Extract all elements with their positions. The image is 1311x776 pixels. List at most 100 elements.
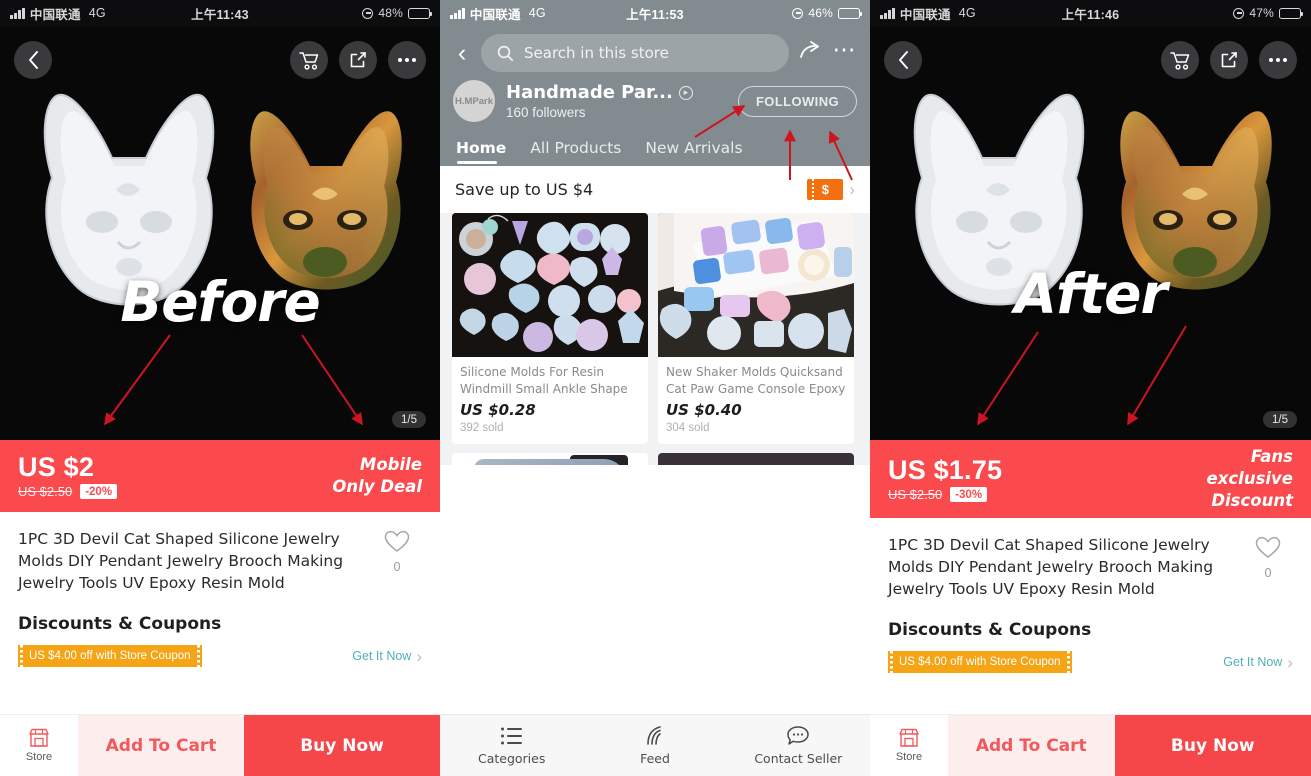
share-button[interactable] <box>799 40 823 66</box>
share-button[interactable] <box>1210 41 1248 79</box>
product-card-body: Silicone Molds For Resin Windmill Small … <box>452 357 648 444</box>
jeans-shape <box>474 459 626 465</box>
store-name-row[interactable]: Handmade Par... ▸ <box>506 82 693 103</box>
price-group: US $2 US $2.50 -20% <box>18 452 118 500</box>
status-right-group: 46% <box>792 6 863 20</box>
product-grid-row-1: Silicone Molds For Resin Windmill Small … <box>452 213 858 444</box>
price-banner-left: US $2 US $2.50 -20% Mobile Only Deal <box>0 440 440 512</box>
cart-icon <box>1170 51 1190 70</box>
product-card[interactable]: New Shaker Molds Quicksand Cat Paw Game … <box>658 213 854 444</box>
network-label: 4G <box>958 6 976 20</box>
product-hero-right: After 1/5 <box>870 26 1311 440</box>
store-button[interactable]: Store <box>870 715 948 776</box>
cart-button[interactable] <box>1161 41 1199 79</box>
wishlist-count: 0 <box>1264 566 1272 580</box>
panel-store: 中国联通 4G 上午11:53 46% ‹ Search in this sto… <box>440 0 870 776</box>
following-button[interactable]: FOLLOWING <box>737 85 857 117</box>
back-button[interactable] <box>884 41 922 79</box>
more-options-button[interactable]: ⋯ <box>833 37 858 64</box>
product-grid-row-2 <box>452 453 858 465</box>
nav-categories[interactable]: Categories <box>440 726 583 766</box>
original-price: US $2.50 <box>18 484 73 500</box>
network-label: 4G <box>528 6 546 20</box>
battery-percent: 46% <box>808 6 833 20</box>
store-button[interactable]: Store <box>0 715 78 776</box>
discounts-section-right: Discounts & Coupons US $4.00 off with St… <box>870 600 1311 673</box>
signal-icon <box>450 7 465 19</box>
wishlist-count: 0 <box>393 560 401 574</box>
image-counter-left: 1/5 <box>392 411 426 428</box>
product-image <box>658 213 854 357</box>
avatar[interactable]: H.MPark <box>453 80 495 122</box>
original-price: US $2.50 <box>888 487 943 503</box>
store-coupon-chip[interactable]: US $4.00 off with Store Coupon <box>18 645 202 667</box>
cart-button[interactable] <box>290 41 328 79</box>
three-panel-comparison: 中国联通 4G 上午11:43 48% Before 1/5 US $2 US … <box>0 0 1311 776</box>
back-button[interactable]: ‹ <box>453 40 471 66</box>
product-card-sold: 304 sold <box>666 422 710 434</box>
save-bar[interactable]: Save up to US $4 $ › <box>440 166 870 213</box>
buy-now-button[interactable]: Buy Now <box>244 715 440 776</box>
discounts-heading: Discounts & Coupons <box>888 620 1092 640</box>
product-card[interactable] <box>452 453 648 465</box>
battery-percent: 47% <box>1249 6 1274 20</box>
product-card-title: New Shaker Molds Quicksand Cat Paw Game … <box>666 365 846 396</box>
coupon-row: US $4.00 off with Store Coupon Get It No… <box>888 651 1293 673</box>
share-button[interactable] <box>339 41 377 79</box>
chevron-right-icon: › <box>416 646 422 666</box>
nav-feed-label: Feed <box>640 751 670 766</box>
get-it-now-link[interactable]: Get It Now › <box>1223 654 1293 671</box>
nav-contact-seller[interactable]: Contact Seller <box>727 725 870 766</box>
get-it-now-link[interactable]: Get It Now › <box>352 648 422 665</box>
wishlist-button[interactable]: 0 <box>372 528 422 594</box>
discount-badge: -30% <box>950 487 988 503</box>
nav-categories-label: Categories <box>477 750 546 766</box>
jeans-chain-image <box>452 453 648 465</box>
action-bar-right: Store Add To Cart Buy Now <box>870 714 1311 776</box>
current-price: US $1.75 <box>888 454 1003 485</box>
carrier-label: 中国联通 <box>469 7 521 22</box>
tab-home[interactable]: Home <box>456 139 506 166</box>
product-card-title: Silicone Molds For Resin Windmill Small … <box>460 365 628 396</box>
more-options-button[interactable] <box>1259 41 1297 79</box>
product-hero-left: Before 1/5 <box>0 26 440 440</box>
product-card[interactable]: Silicone Molds For Resin Windmill Small … <box>452 213 648 444</box>
feed-icon <box>647 726 661 745</box>
tab-new-arrivals[interactable]: New Arrivals <box>645 139 742 166</box>
store-coupon-chip[interactable]: US $4.00 off with Store Coupon <box>888 651 1072 673</box>
nav-feed[interactable]: Feed <box>583 725 726 766</box>
heart-icon <box>384 530 410 552</box>
hero-nav-left <box>0 32 440 88</box>
status-left-group: 中国联通 4G <box>880 4 976 23</box>
add-to-cart-button[interactable]: Add To Cart <box>948 715 1115 776</box>
shaker-molds-image <box>658 213 854 357</box>
panel-after: 中国联通 4G 上午11:46 47% After 1/5 US $1.75 U… <box>870 0 1311 776</box>
price-sub-row: US $2.50 -20% <box>18 484 118 500</box>
product-image <box>452 213 648 357</box>
deal-line-2: Only Deal <box>332 477 422 496</box>
tab-all-products[interactable]: All Products <box>530 139 621 166</box>
product-card-sold: 392 sold <box>460 422 504 434</box>
share-icon <box>1221 52 1237 68</box>
discounts-section-left: Discounts & Coupons US $4.00 off with St… <box>0 594 440 667</box>
deal-line-2: exclusive <box>1206 469 1293 489</box>
status-right-group: 48% <box>362 6 433 20</box>
coupon-badge[interactable]: $ › <box>807 179 855 200</box>
wishlist-button[interactable]: 0 <box>1243 534 1293 600</box>
search-input[interactable]: Search in this store <box>481 34 789 72</box>
product-card[interactable] <box>658 453 854 465</box>
back-button[interactable] <box>14 41 52 79</box>
before-label: Before <box>120 270 320 334</box>
buy-now-button[interactable]: Buy Now <box>1114 715 1311 776</box>
deal-line-3: Discount <box>1211 490 1293 510</box>
coupon-ticket-icon: $ <box>807 179 844 200</box>
status-right-group: 47% <box>1233 6 1304 20</box>
signal-icon <box>880 7 895 19</box>
heart-icon <box>1255 536 1281 558</box>
get-it-now-label: Get It Now <box>352 649 412 663</box>
add-to-cart-button[interactable]: Add To Cart <box>78 715 245 776</box>
nav-contact-label: Contact Seller <box>754 751 843 766</box>
more-options-button[interactable] <box>388 41 426 79</box>
product-card-price: US $0.40 <box>666 401 742 419</box>
product-photo <box>870 26 1311 440</box>
